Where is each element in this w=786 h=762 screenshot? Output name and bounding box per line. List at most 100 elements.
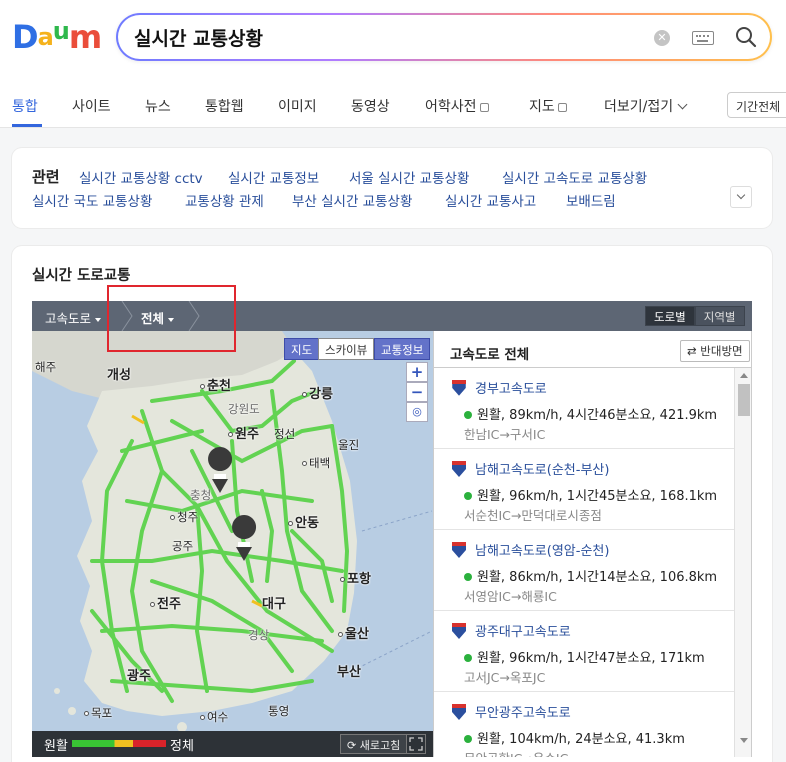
highway-route: 고서JC→옥포JC [464,670,546,685]
city-dot-icon [84,711,89,716]
search-tabs: 통합 사이트 뉴스 통합웹 이미지 동영상 어학사전 지도 더보기/접기 [0,92,786,128]
scroll-thumb[interactable] [738,384,750,416]
legend-jam: 정체 [170,739,194,754]
related-link[interactable]: 서울 실시간 교통상황 [349,167,469,187]
related-link[interactable]: 교통상황 관제 [185,190,264,210]
city-label: 정선 [274,427,296,441]
city-dot-icon [302,461,307,466]
view-by-road-button[interactable]: 도로별 [645,306,695,326]
tab-video[interactable]: 동영상 [351,96,390,116]
tab-site[interactable]: 사이트 [72,96,111,116]
city-label: 전주 [150,593,181,612]
highway-item[interactable]: 광주대구고속도로 원활, 96km/h, 1시간47분소요, 171km 고서J… [434,611,734,692]
province-label: 충청 [190,488,212,502]
city-dot-icon [228,432,233,437]
city-label: 여수 [200,709,228,725]
tab-all[interactable]: 통합 [12,96,38,116]
highway-shield-icon [452,704,466,720]
city-label: 해주 [35,360,57,374]
highway-name[interactable]: 남해고속도로(순천-부산) [475,459,609,478]
city-name: 목포 [91,706,113,720]
related-link[interactable]: 실시간 국도 교통상황 [32,190,152,210]
related-title: 관련 [32,168,60,186]
related-link[interactable]: 실시간 교통상황 cctv [79,167,203,187]
related-expand-button[interactable] [730,186,752,208]
highway-name[interactable]: 남해고속도로(영암-순천) [475,540,609,559]
city-name: 강릉 [309,387,333,402]
province-label: 경상 [248,628,270,642]
city-label: 목포 [84,705,112,721]
highway-item[interactable]: 경부고속도로 원활, 89km/h, 4시간46분소요, 421.9km 한남I… [434,368,734,449]
related-link[interactable]: 부산 실시간 교통상황 [292,190,412,210]
highway-name[interactable]: 경부고속도로 [475,378,547,397]
highway-status: 원활, 104km/h, 24분소요, 41.3km [464,728,685,747]
city-label: 춘천 [200,375,231,394]
city-label: 광주 [127,669,151,684]
highway-status: 원활, 96km/h, 1시간47분소요, 171km [464,647,705,666]
panel-title: 고속도로 전체 [450,347,530,363]
tab-web[interactable]: 통합웹 [205,96,244,116]
scroll-up-icon[interactable] [740,373,748,378]
city-label: 통영 [268,704,290,718]
highway-item[interactable]: 남해고속도로(순천-부산) 원활, 96km/h, 1시간45분소요, 168.… [434,449,734,530]
tab-more[interactable]: 더보기/접기 [604,96,688,116]
tab-dictionary[interactable]: 어학사전 [425,96,489,116]
tab-news[interactable]: 뉴스 [145,96,171,116]
keyboard-icon[interactable] [692,31,714,45]
highway-route: 무안공항IC→운수IC [464,748,568,757]
related-link[interactable]: 실시간 고속도로 교통상황 [502,167,647,187]
swap-icon: ⇄ [687,344,697,358]
highway-status: 원활, 89km/h, 4시간46분소요, 421.9km [464,404,717,423]
related-link[interactable]: 실시간 교통정보 [228,167,319,187]
period-filter-button[interactable]: 기간전체 [727,92,786,118]
city-name: 태백 [309,456,331,470]
panel-scrollbar[interactable] [734,368,751,757]
city-name: 안동 [295,516,319,531]
traffic-map[interactable]: 해주 개성 춘천 강릉 강원도 원주 정선 태백 울진 충청 청주 안동 공주 … [32,331,433,731]
traffic-info-button[interactable]: 교통정보 [374,338,431,360]
clear-icon[interactable]: ✕ [654,30,670,46]
highway-route: 서영암IC→해룡IC [464,589,557,604]
city-dot-icon [200,384,205,389]
chevron-down-icon [736,190,746,200]
city-label: 포항 [340,568,371,587]
highway-shield-icon [452,461,466,477]
fullscreen-glyph [409,737,423,751]
zoom-out-button[interactable]: − [406,382,428,402]
view-by-region-button[interactable]: 지역별 [694,306,745,326]
legend-smooth: 원활 [44,739,68,754]
highway-name[interactable]: 무안광주고속도로 [475,702,571,721]
view-toggle: 도로별 지역별 [645,306,745,326]
city-name: 여수 [207,710,229,724]
city-label: 원주 [228,423,259,442]
city-label: 강릉 [302,383,333,402]
search-input[interactable] [134,15,634,59]
related-link[interactable]: 실시간 교통사고 [445,190,536,210]
highway-name[interactable]: 광주대구고속도로 [475,621,571,640]
logo-letter-u: u [52,17,70,45]
daum-logo[interactable]: Daum [12,17,102,53]
chevron-down-icon [677,99,688,110]
search-icon[interactable] [734,25,758,49]
map-view-button[interactable]: 지도 [284,338,320,360]
highway-status: 원활, 86km/h, 1시간14분소요, 106.8km [464,566,717,585]
tab-more-label: 더보기/접기 [604,99,674,115]
scroll-down-icon[interactable] [740,738,748,743]
highway-item[interactable]: 남해고속도로(영암-순천) 원활, 86km/h, 1시간14분소요, 106.… [434,530,734,611]
zoom-in-button[interactable]: + [406,362,428,382]
city-dot-icon [200,715,205,720]
reverse-direction-button[interactable]: ⇄ 반대방면 [680,340,750,362]
city-dot-icon [338,632,343,637]
fullscreen-icon[interactable] [406,734,426,754]
road-type-dropdown[interactable]: 고속도로 [45,308,102,327]
reset-view-button[interactable]: ◎ [406,402,428,422]
city-label: 울산 [338,623,369,642]
new-window-icon [479,102,489,112]
related-link[interactable]: 보배드림 [566,190,616,210]
refresh-button[interactable]: ⟳ 새로고침 [340,734,408,754]
skyview-button[interactable]: 스카이뷰 [318,338,375,360]
tab-image[interactable]: 이미지 [278,96,317,116]
city-label: 부산 [337,665,361,680]
highway-item[interactable]: 무안광주고속도로 원활, 104km/h, 24분소요, 41.3km 무안공항… [434,692,734,757]
tab-map[interactable]: 지도 [529,96,567,116]
